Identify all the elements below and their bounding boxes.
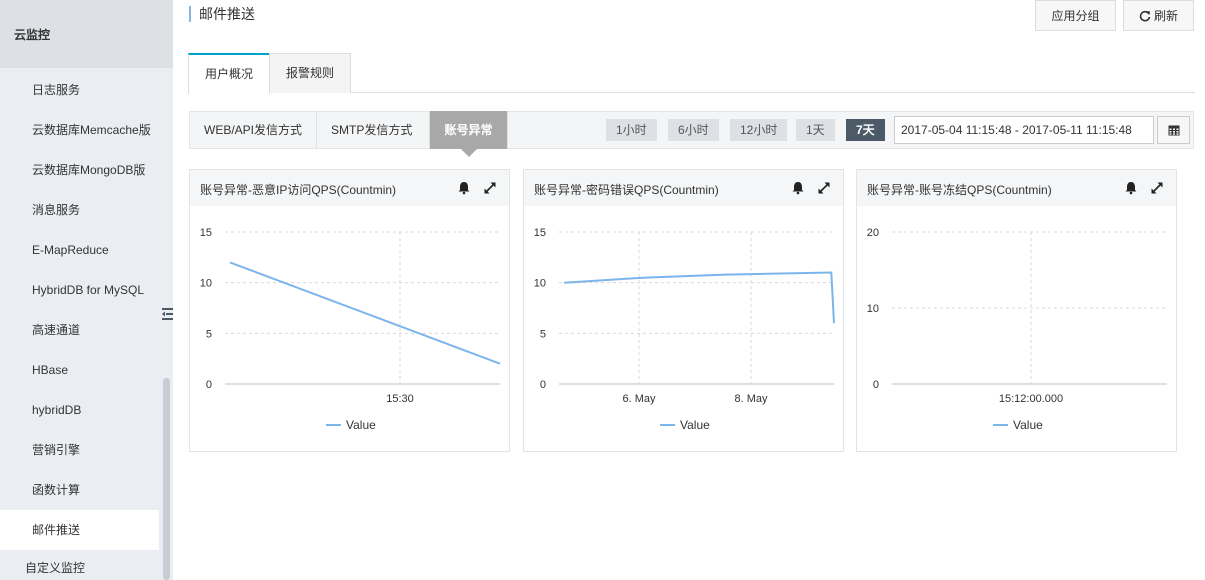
legend-label: Value [1013,418,1043,432]
line-chart-malicious-ip: 0 5 10 15 15:30 Value [200,227,501,432]
expand-icon[interactable] [483,181,497,195]
chart-panel-account-frozen: 账号异常-账号冻结QPS(Countmin) 0 10 20 15:12:00.000… [856,169,1177,452]
bell-icon[interactable] [1124,181,1138,195]
sidebar-item-custom-monitoring[interactable]: 自定义监控 [0,559,159,576]
filter-bar: WEB/API发信方式 SMTP发信方式 账号异常 1小时 6小时 12小时 1… [189,111,1194,157]
sidebar: 云监控 日志服务 云数据库Memcache版 云数据库MongoDB版 消息服务… [0,0,173,580]
app-group-button[interactable]: 应用分组 [1035,0,1116,31]
x-tick-label: 6. May [622,393,656,405]
expand-icon[interactable] [817,181,831,195]
x-tick-label: 8. May [734,393,768,405]
y-tick-label: 0 [873,379,879,391]
chart-title: 账号异常-恶意IP访问QPS(Countmin) [200,183,397,197]
legend-label: Value [680,418,710,432]
sidebar-item-hbase[interactable]: HBase [0,350,159,390]
app-group-button-label: 应用分组 [1051,9,1100,23]
page-title: 邮件推送 [189,6,255,22]
y-tick-label: 0 [540,379,546,391]
chart-title: 账号异常-密码错误QPS(Countmin) [534,183,719,197]
chart-panel-header: 账号异常-账号冻结QPS(Countmin) [857,170,1176,206]
date-range-input[interactable]: 2017-05-04 11:15:48 - 2017-05-11 11:15:4… [894,116,1154,144]
sidebar-item-emapreduce[interactable]: E-MapReduce [0,230,159,270]
sidebar-item-express-connect[interactable]: 高速通道 [0,310,159,350]
y-tick-label: 5 [540,328,546,340]
chart-panel-malicious-ip: 账号异常-恶意IP访问QPS(Countmin) 0 5 10 15 15:30 Valu… [189,169,510,452]
line-chart-account-frozen: 0 10 20 15:12:00.000 Value [867,227,1167,432]
y-tick-label: 0 [206,379,212,391]
range-1d[interactable]: 1天 [796,119,835,141]
expand-icon[interactable] [1150,181,1164,195]
range-6h[interactable]: 6小时 [668,119,719,141]
sidebar-header-label: 云监控 [14,28,51,42]
sidebar-item-function-compute[interactable]: 函数计算 [0,470,159,510]
sidebar-list: 日志服务 云数据库Memcache版 云数据库MongoDB版 消息服务 E-M… [0,70,159,550]
tab-alarm-rules[interactable]: 报警规则 [269,53,351,93]
chart-title: 账号异常-账号冻结QPS(Countmin) [867,183,1052,197]
bell-icon[interactable] [457,181,471,195]
mode-account-anomaly[interactable]: 账号异常 [430,111,508,149]
chart-panel-header: 账号异常-密码错误QPS(Countmin) [524,170,843,206]
sidebar-scrollbar[interactable] [163,378,170,580]
legend-label: Value [346,418,376,432]
sidebar-item-hybriddb[interactable]: hybridDB [0,390,159,430]
range-1h[interactable]: 1小时 [606,119,657,141]
y-tick-label: 15 [534,227,546,239]
refresh-button[interactable]: 刷新 [1123,0,1194,31]
mode-web-api[interactable]: WEB/API发信方式 [190,112,317,148]
tab-user-overview[interactable]: 用户概况 [188,53,270,94]
line-chart-password-error: 0 5 10 15 6. May 8. May Value [534,227,835,432]
series-line [229,261,501,365]
chart-panel-header: 账号异常-恶意IP访问QPS(Countmin) [190,170,509,206]
refresh-icon [1139,10,1151,21]
range-7d[interactable]: 7天 [846,119,885,141]
sidebar-item-log-service[interactable]: 日志服务 [0,70,159,110]
y-tick-label: 10 [534,278,546,290]
sidebar-item-hybriddb-mysql[interactable]: HybridDB for MySQL [0,270,159,310]
sidebar-header[interactable]: 云监控 [0,0,173,68]
range-12h[interactable]: 12小时 [730,119,788,141]
mode-smtp[interactable]: SMTP发信方式 [317,112,430,148]
sidebar-item-marketing-engine[interactable]: 营销引擎 [0,430,159,470]
bell-icon[interactable] [791,181,805,195]
collapse-sidebar-icon[interactable] [161,305,173,323]
chart-panel-password-error: 账号异常-密码错误QPS(Countmin) 0 5 10 15 6. May 8. Ma… [523,169,844,452]
x-tick-label: 15:12:00.000 [999,393,1063,405]
tab-bar: 用户概况 报警规则 [188,53,1195,94]
x-tick-label: 15:30 [386,393,414,405]
series-line [563,271,835,324]
sidebar-item-email-push[interactable]: 邮件推送 [0,510,159,550]
sidebar-item-mongodb[interactable]: 云数据库MongoDB版 [0,150,159,190]
y-tick-label: 15 [200,227,212,239]
calendar-button[interactable] [1157,116,1190,144]
y-tick-label: 5 [206,328,212,340]
calendar-icon [1168,125,1179,136]
active-mode-caret [461,149,477,157]
sidebar-item-message-service[interactable]: 消息服务 [0,190,159,230]
y-tick-label: 10 [867,303,879,315]
sidebar-item-memcache[interactable]: 云数据库Memcache版 [0,110,159,150]
y-tick-label: 20 [867,227,879,239]
y-tick-label: 10 [200,278,212,290]
refresh-button-label: 刷新 [1153,9,1178,23]
